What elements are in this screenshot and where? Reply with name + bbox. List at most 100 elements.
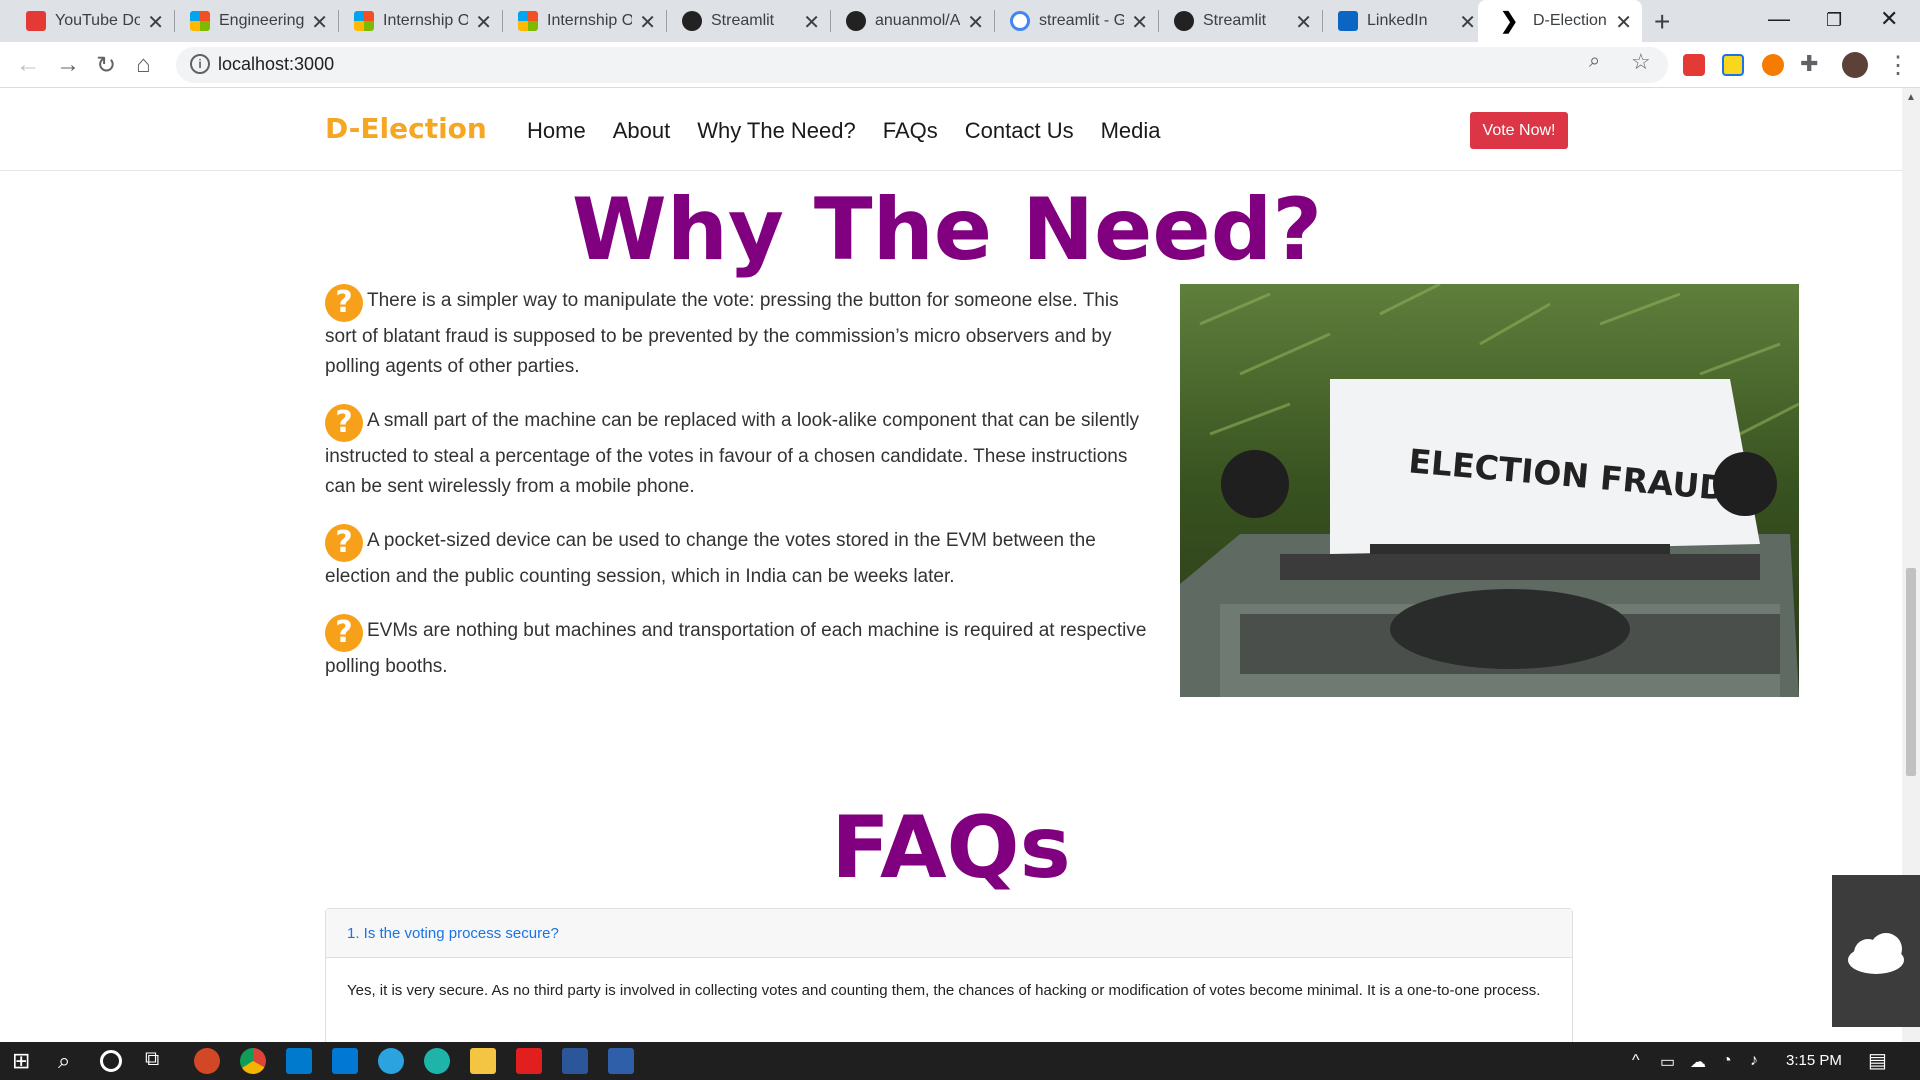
browser-tab[interactable]: anuanmol/A ✕	[820, 0, 994, 42]
tray-cloud-icon[interactable]: ☁	[1690, 1052, 1706, 1072]
tab-title: Streamlit	[1203, 12, 1267, 29]
task-view-icon[interactable]: ⧉	[145, 1048, 159, 1071]
brand-logo[interactable]: D-Election	[325, 112, 487, 145]
browser-tab[interactable]: YouTube Do ✕	[0, 0, 174, 42]
edge-icon[interactable]	[424, 1048, 450, 1074]
close-icon[interactable]: ✕	[1615, 10, 1632, 35]
nav-home[interactable]: Home	[527, 118, 586, 144]
tab-title: Internship O	[547, 12, 632, 29]
question-icon: ?	[325, 284, 363, 322]
volume-icon[interactable]: ♪	[1750, 1052, 1758, 1070]
word-icon[interactable]	[562, 1048, 588, 1074]
powerpoint-icon[interactable]	[194, 1048, 220, 1074]
scroll-up-icon[interactable]: ▲	[1906, 92, 1916, 103]
close-icon[interactable]: ✕	[1131, 10, 1148, 35]
browser-tab[interactable]: Streamlit ✕	[656, 0, 830, 42]
browser-tab-strip: YouTube Do ✕ Engineering ✕ Internship O …	[0, 0, 1920, 42]
vote-now-button[interactable]: Vote Now!	[1470, 112, 1568, 149]
onedrive-widget[interactable]	[1832, 875, 1920, 1027]
question-icon: ?	[325, 614, 363, 652]
browser-tab[interactable]: Engineering ✕	[164, 0, 338, 42]
why-section-title: Why The Need?	[571, 180, 1323, 280]
nav-links: Home About Why The Need? FAQs Contact Us…	[527, 118, 1161, 144]
web-page: D-Election Home About Why The Need? FAQs…	[0, 88, 1902, 1042]
close-icon[interactable]: ✕	[475, 10, 492, 35]
close-icon[interactable]: ✕	[803, 10, 820, 35]
nav-about[interactable]: About	[613, 118, 671, 144]
bookmark-star-icon[interactable]: ☆	[1631, 49, 1651, 75]
cloud-icon	[1848, 933, 1904, 974]
home-icon[interactable]: ⌂	[136, 51, 151, 79]
reason-text: A pocket-sized device can be used to cha…	[325, 530, 1096, 587]
nav-contact-us[interactable]: Contact Us	[965, 118, 1074, 144]
question-icon: ?	[325, 404, 363, 442]
minimize-icon[interactable]: —	[1768, 6, 1790, 32]
forward-icon[interactable]: →	[56, 51, 80, 79]
notification-icon[interactable]: ▤	[1868, 1048, 1887, 1073]
telegram-icon[interactable]	[378, 1048, 404, 1074]
close-icon[interactable]: ✕	[1459, 10, 1476, 35]
browser-tab[interactable]: Internship O ✕	[492, 0, 666, 42]
download-icon	[26, 11, 46, 31]
close-icon[interactable]: ✕	[1295, 10, 1312, 35]
browser-tab[interactable]: streamlit - G ✕	[984, 0, 1158, 42]
nav-why-the-need[interactable]: Why The Need?	[697, 118, 856, 144]
extensions-puzzle-icon[interactable]: ✚	[1800, 51, 1818, 77]
close-window-icon[interactable]: ✕	[1880, 6, 1898, 32]
extension-icon[interactable]	[1683, 54, 1705, 76]
acrobat-icon[interactable]	[516, 1048, 542, 1074]
powershell-icon[interactable]	[608, 1048, 634, 1074]
vscode-icon[interactable]	[286, 1048, 312, 1074]
windows-start-icon[interactable]: ⊞	[12, 1048, 30, 1074]
zoom-icon[interactable]: ⌕	[1589, 50, 1600, 73]
wifi-icon[interactable]: ◔	[1722, 1052, 1732, 1070]
file-explorer-icon[interactable]	[470, 1048, 496, 1074]
streamlit-icon	[1174, 11, 1194, 31]
address-bar[interactable]: i localhost:3000 ⌕ ☆	[176, 47, 1668, 83]
extension-icon[interactable]	[1762, 54, 1784, 76]
nav-faqs[interactable]: FAQs	[883, 118, 938, 144]
back-icon[interactable]: ←	[16, 51, 40, 79]
question-icon: ?	[325, 524, 363, 562]
tab-title: Internship O	[383, 12, 468, 29]
browser-tab[interactable]: Streamlit ✕	[1148, 0, 1322, 42]
reload-icon[interactable]: ↻	[96, 51, 116, 80]
url-text[interactable]: localhost:3000	[218, 54, 334, 75]
mail-icon[interactable]	[332, 1048, 358, 1074]
close-icon[interactable]: ✕	[639, 10, 656, 35]
info-icon[interactable]: i	[190, 54, 210, 74]
browser-tab[interactable]: LinkedIn ✕	[1312, 0, 1486, 42]
reason-item: ? A small part of the machine can be repl…	[325, 404, 1155, 502]
profile-avatar[interactable]	[1842, 52, 1868, 78]
close-icon[interactable]: ✕	[147, 10, 164, 35]
reason-text: A small part of the machine can be repla…	[325, 410, 1140, 497]
faq-answer: Yes, it is very secure. As no third part…	[347, 982, 1541, 999]
extension-icon[interactable]	[1722, 54, 1744, 76]
site-navbar: D-Election Home About Why The Need? FAQs…	[0, 88, 1902, 171]
cortana-icon[interactable]	[100, 1050, 122, 1072]
menu-kebab-icon[interactable]: ⋮	[1886, 51, 1910, 80]
faq-question-header[interactable]: 1. Is the voting process secure?	[326, 909, 1572, 958]
tab-title: anuanmol/A	[875, 12, 960, 29]
reason-item: ? EVMs are nothing but machines and trans…	[325, 614, 1155, 682]
streamlit-icon	[682, 11, 702, 31]
restore-icon[interactable]: ❐	[1826, 10, 1842, 31]
windows-taskbar: ⊞ ⌕ ⧉ ^ ▭ ☁ ◔ ♪ 3:15 PM ▤	[0, 1042, 1920, 1080]
browser-tab-active[interactable]: ❯ D-Election ✕	[1478, 0, 1642, 42]
search-icon[interactable]: ⌕	[58, 1048, 70, 1074]
nav-media[interactable]: Media	[1101, 118, 1161, 144]
faq-question-link[interactable]: 1. Is the voting process secure?	[347, 925, 559, 942]
microsoft-icon	[190, 11, 210, 31]
close-icon[interactable]: ✕	[967, 10, 984, 35]
battery-icon[interactable]: ▭	[1660, 1052, 1675, 1072]
clock[interactable]: 3:15 PM	[1786, 1052, 1842, 1069]
new-tab-icon[interactable]: +	[1654, 6, 1670, 38]
chrome-icon[interactable]	[240, 1048, 266, 1074]
browser-tab[interactable]: Internship O ✕	[328, 0, 502, 42]
tray-chevron-up-icon[interactable]: ^	[1632, 1052, 1640, 1070]
tab-title: Engineering	[219, 12, 304, 29]
tab-title: Streamlit	[711, 12, 775, 29]
close-icon[interactable]: ✕	[311, 10, 328, 35]
scroll-thumb[interactable]	[1906, 568, 1916, 776]
tab-title: YouTube Do	[55, 12, 140, 29]
